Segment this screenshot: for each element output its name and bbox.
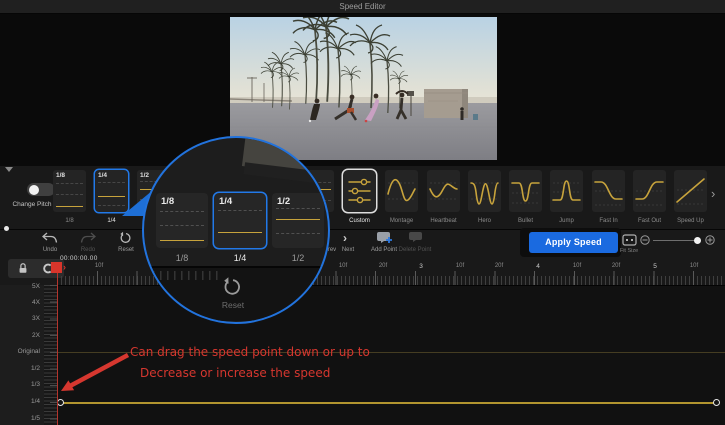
preset-montage[interactable] <box>385 170 418 212</box>
preset-jump-label: Jump <box>546 218 587 224</box>
scale-label: 2X <box>0 332 40 339</box>
preset-fast-out[interactable] <box>633 170 666 212</box>
window-title: Speed Editor <box>339 2 385 11</box>
magnified-ruler-ticks <box>146 271 221 280</box>
title-bar: Speed Editor <box>0 0 725 14</box>
preset-montage-label: Montage <box>381 218 422 224</box>
magnified-preset-1-4-label: 1/4 <box>214 253 266 263</box>
ruler-label: 10f <box>89 263 109 269</box>
preset-speed-up[interactable] <box>674 170 707 212</box>
next-icon[interactable]: › <box>343 231 347 245</box>
ruler-label: 4 <box>528 263 548 270</box>
ruler-label: 10f <box>333 263 353 269</box>
scale-label: 1/5 <box>0 415 40 422</box>
magnified-reset-icon <box>222 276 244 298</box>
ruler-label: 10f <box>450 263 470 269</box>
scale-label: Original <box>0 348 40 355</box>
delete-point-label: Delete Point <box>395 247 435 253</box>
speed-point-left[interactable] <box>57 399 64 406</box>
speed-point-right[interactable] <box>713 399 720 406</box>
preset-hero-label: Hero <box>464 218 505 224</box>
magnified-reset-label: Reset <box>212 300 254 310</box>
preset-speed-up-label: Speed Up <box>670 218 711 224</box>
undo-icon[interactable] <box>42 232 58 244</box>
undo-label: Undo <box>30 247 70 253</box>
preset-1-8-label: 1/8 <box>49 218 90 224</box>
magnified-preset-1-4: 1/4 <box>214 193 266 248</box>
change-pitch-toggle[interactable] <box>27 183 55 196</box>
scale-label: 1/4 <box>0 398 40 405</box>
zoom-in-icon[interactable] <box>705 235 715 245</box>
ruler-label: 10f <box>684 263 704 269</box>
annotation-line1: Can drag the speed point down or up to <box>130 345 370 359</box>
ruler-label: 20f <box>373 263 393 269</box>
scale-label: 3X <box>0 315 40 322</box>
ruler-label: 20f <box>606 263 626 269</box>
timecode: 00:00:00.00 <box>60 255 98 262</box>
scale-label: 1/3 <box>0 381 40 388</box>
splitter-dot[interactable] <box>4 226 9 231</box>
next-label: Next <box>328 247 368 253</box>
annotation-arrow <box>50 345 135 400</box>
zoom-slider-knob[interactable] <box>694 237 701 244</box>
custom-sliders-icon <box>349 179 370 202</box>
fit-size-icon[interactable] <box>622 234 637 246</box>
zoom-slider-track[interactable] <box>653 240 700 241</box>
magnified-preset-1-2-label: 1/2 <box>272 253 324 263</box>
preset-fast-in-label: Fast In <box>588 218 629 224</box>
playhead-arrow-icon: › <box>63 262 66 272</box>
ruler-label: 20f <box>489 263 509 269</box>
scale-label: 1/2 <box>0 365 40 372</box>
preset-jump[interactable] <box>550 170 583 212</box>
reset-label: Reset <box>106 247 146 253</box>
preset-1-8[interactable]: 1/8 <box>53 170 86 212</box>
redo-icon[interactable] <box>80 232 96 244</box>
reset-icon[interactable] <box>119 231 133 245</box>
ruler-label: 10f <box>567 263 587 269</box>
magnified-preset-1-8-label: 1/8 <box>156 253 208 263</box>
annotation-line2: Decrease or increase the speed <box>140 366 330 380</box>
ruler-label: 5 <box>645 263 665 270</box>
redo-label: Redo <box>68 247 108 253</box>
playhead-handle[interactable] <box>51 262 62 273</box>
preset-custom[interactable] <box>343 170 376 212</box>
speed-curve-line[interactable] <box>60 402 717 404</box>
preset-scroll-right-icon[interactable]: › <box>711 186 715 201</box>
preset-hero[interactable] <box>468 170 501 212</box>
preset-custom-label: Custom <box>339 218 380 224</box>
preset-fast-in[interactable] <box>592 170 625 212</box>
zoom-out-icon[interactable] <box>640 235 650 245</box>
magnifier-circle: 1/8 1/8 1/4 1/4 1/2 1/2 Reset <box>142 136 330 324</box>
apply-speed-button[interactable]: Apply Speed <box>529 232 618 253</box>
collapse-triangle-icon[interactable] <box>5 167 13 172</box>
preset-fast-out-label: Fast Out <box>629 218 670 224</box>
scale-label: 5X <box>0 283 40 290</box>
ruler-label: 3 <box>411 263 431 270</box>
toggle-knob <box>29 185 39 195</box>
preset-heartbeat[interactable] <box>427 170 460 212</box>
preset-heartbeat-label: Heartbeat <box>423 218 464 224</box>
add-point-icon[interactable] <box>376 231 393 244</box>
magnified-preset-1-2: 1/2 <box>272 193 324 248</box>
scale-label: 4X <box>0 299 40 306</box>
fit-size-label: Fit Size <box>614 248 644 254</box>
preset-bullet-label: Bullet <box>505 218 546 224</box>
lock-icon[interactable] <box>17 262 29 274</box>
preset-bullet[interactable] <box>509 170 542 212</box>
delete-point-icon[interactable] <box>408 231 423 243</box>
magnified-preset-1-8: 1/8 <box>156 193 208 248</box>
speed-editor-window: Speed Editor <box>0 0 725 425</box>
